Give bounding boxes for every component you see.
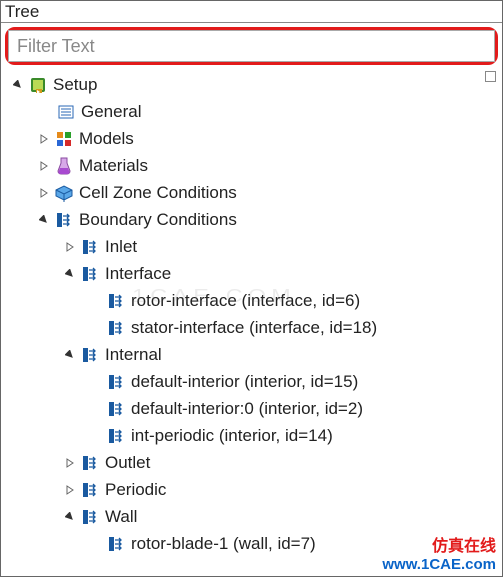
expander-closed-icon[interactable] xyxy=(63,240,77,254)
tree-label: General xyxy=(77,99,141,125)
filter-input[interactable] xyxy=(8,30,495,62)
general-icon xyxy=(55,101,77,123)
tree-label: Inlet xyxy=(101,234,137,260)
expander-open-icon[interactable] xyxy=(63,510,77,524)
tree-label: Periodic xyxy=(101,477,166,503)
tree-item-models[interactable]: Models xyxy=(1,125,502,152)
expander-open-icon[interactable] xyxy=(63,348,77,362)
boundary-icon xyxy=(105,371,127,393)
outline-tree[interactable]: Setup General xyxy=(1,69,502,557)
boundary-icon xyxy=(105,317,127,339)
expander-closed-icon[interactable] xyxy=(63,483,77,497)
materials-icon xyxy=(53,155,75,177)
tree-label: rotor-interface (interface, id=6) xyxy=(127,288,360,314)
expander-closed-icon[interactable] xyxy=(63,456,77,470)
tree-label: Wall xyxy=(101,504,137,530)
tree-item-interface[interactable]: Interface xyxy=(1,260,502,287)
panel-title: Tree xyxy=(1,1,502,23)
collapse-panel-icon[interactable] xyxy=(485,71,496,82)
boundary-icon xyxy=(105,398,127,420)
tree-label: Setup xyxy=(49,72,97,98)
tree-item-inlet[interactable]: Inlet xyxy=(1,233,502,260)
expander-closed-icon[interactable] xyxy=(37,159,51,173)
tree-item-default-interior-2[interactable]: default-interior:0 (interior, id=2) xyxy=(1,395,502,422)
tree-label: default-interior:0 (interior, id=2) xyxy=(127,396,363,422)
boundary-icon xyxy=(79,452,101,474)
tree-label: Internal xyxy=(101,342,162,368)
boundary-icon xyxy=(105,290,127,312)
tree-item-periodic[interactable]: Periodic xyxy=(1,476,502,503)
tree-label: Outlet xyxy=(101,450,150,476)
setup-icon xyxy=(27,74,49,96)
models-icon xyxy=(53,128,75,150)
filter-highlight-box xyxy=(5,27,498,65)
tree-label: Cell Zone Conditions xyxy=(75,180,237,206)
expander-closed-icon[interactable] xyxy=(37,132,51,146)
boundary-icon xyxy=(105,425,127,447)
tree-item-setup[interactable]: Setup xyxy=(1,71,502,98)
tree-label: Materials xyxy=(75,153,148,179)
tree-label: Models xyxy=(75,126,134,152)
tree-item-stator-interface[interactable]: stator-interface (interface, id=18) xyxy=(1,314,502,341)
tree-item-materials[interactable]: Materials xyxy=(1,152,502,179)
boundary-icon xyxy=(105,533,127,555)
tree-label: default-interior (interior, id=15) xyxy=(127,369,358,395)
tree-label: Interface xyxy=(101,261,171,287)
tree-item-default-interior-15[interactable]: default-interior (interior, id=15) xyxy=(1,368,502,395)
brand-en: www.1CAE.com xyxy=(382,556,496,574)
tree-item-outlet[interactable]: Outlet xyxy=(1,449,502,476)
expander-closed-icon[interactable] xyxy=(37,186,51,200)
tree-item-rotor-interface[interactable]: rotor-interface (interface, id=6) xyxy=(1,287,502,314)
tree-label: rotor-blade-1 (wall, id=7) xyxy=(127,531,316,557)
boundary-icon xyxy=(79,263,101,285)
tree-item-general[interactable]: General xyxy=(1,98,502,125)
tree-label: stator-interface (interface, id=18) xyxy=(127,315,377,341)
tree-item-cell-zone-conditions[interactable]: Cell Zone Conditions xyxy=(1,179,502,206)
tree-item-internal[interactable]: Internal xyxy=(1,341,502,368)
boundary-icon xyxy=(79,506,101,528)
tree-panel: Tree Setup xyxy=(0,0,503,577)
expander-open-icon[interactable] xyxy=(37,213,51,227)
tree-item-wall[interactable]: Wall xyxy=(1,503,502,530)
tree-item-rotor-blade-1[interactable]: rotor-blade-1 (wall, id=7) xyxy=(1,530,502,557)
tree-item-int-periodic[interactable]: int-periodic (interior, id=14) xyxy=(1,422,502,449)
boundary-icon xyxy=(79,344,101,366)
tree-label: int-periodic (interior, id=14) xyxy=(127,423,333,449)
expander-open-icon[interactable] xyxy=(63,267,77,281)
cell-zone-icon xyxy=(53,182,75,204)
expander-open-icon[interactable] xyxy=(11,78,25,92)
boundary-icon xyxy=(79,479,101,501)
boundary-icon xyxy=(79,236,101,258)
tree-item-boundary-conditions[interactable]: Boundary Conditions xyxy=(1,206,502,233)
boundary-icon xyxy=(53,209,75,231)
tree-label: Boundary Conditions xyxy=(75,207,237,233)
